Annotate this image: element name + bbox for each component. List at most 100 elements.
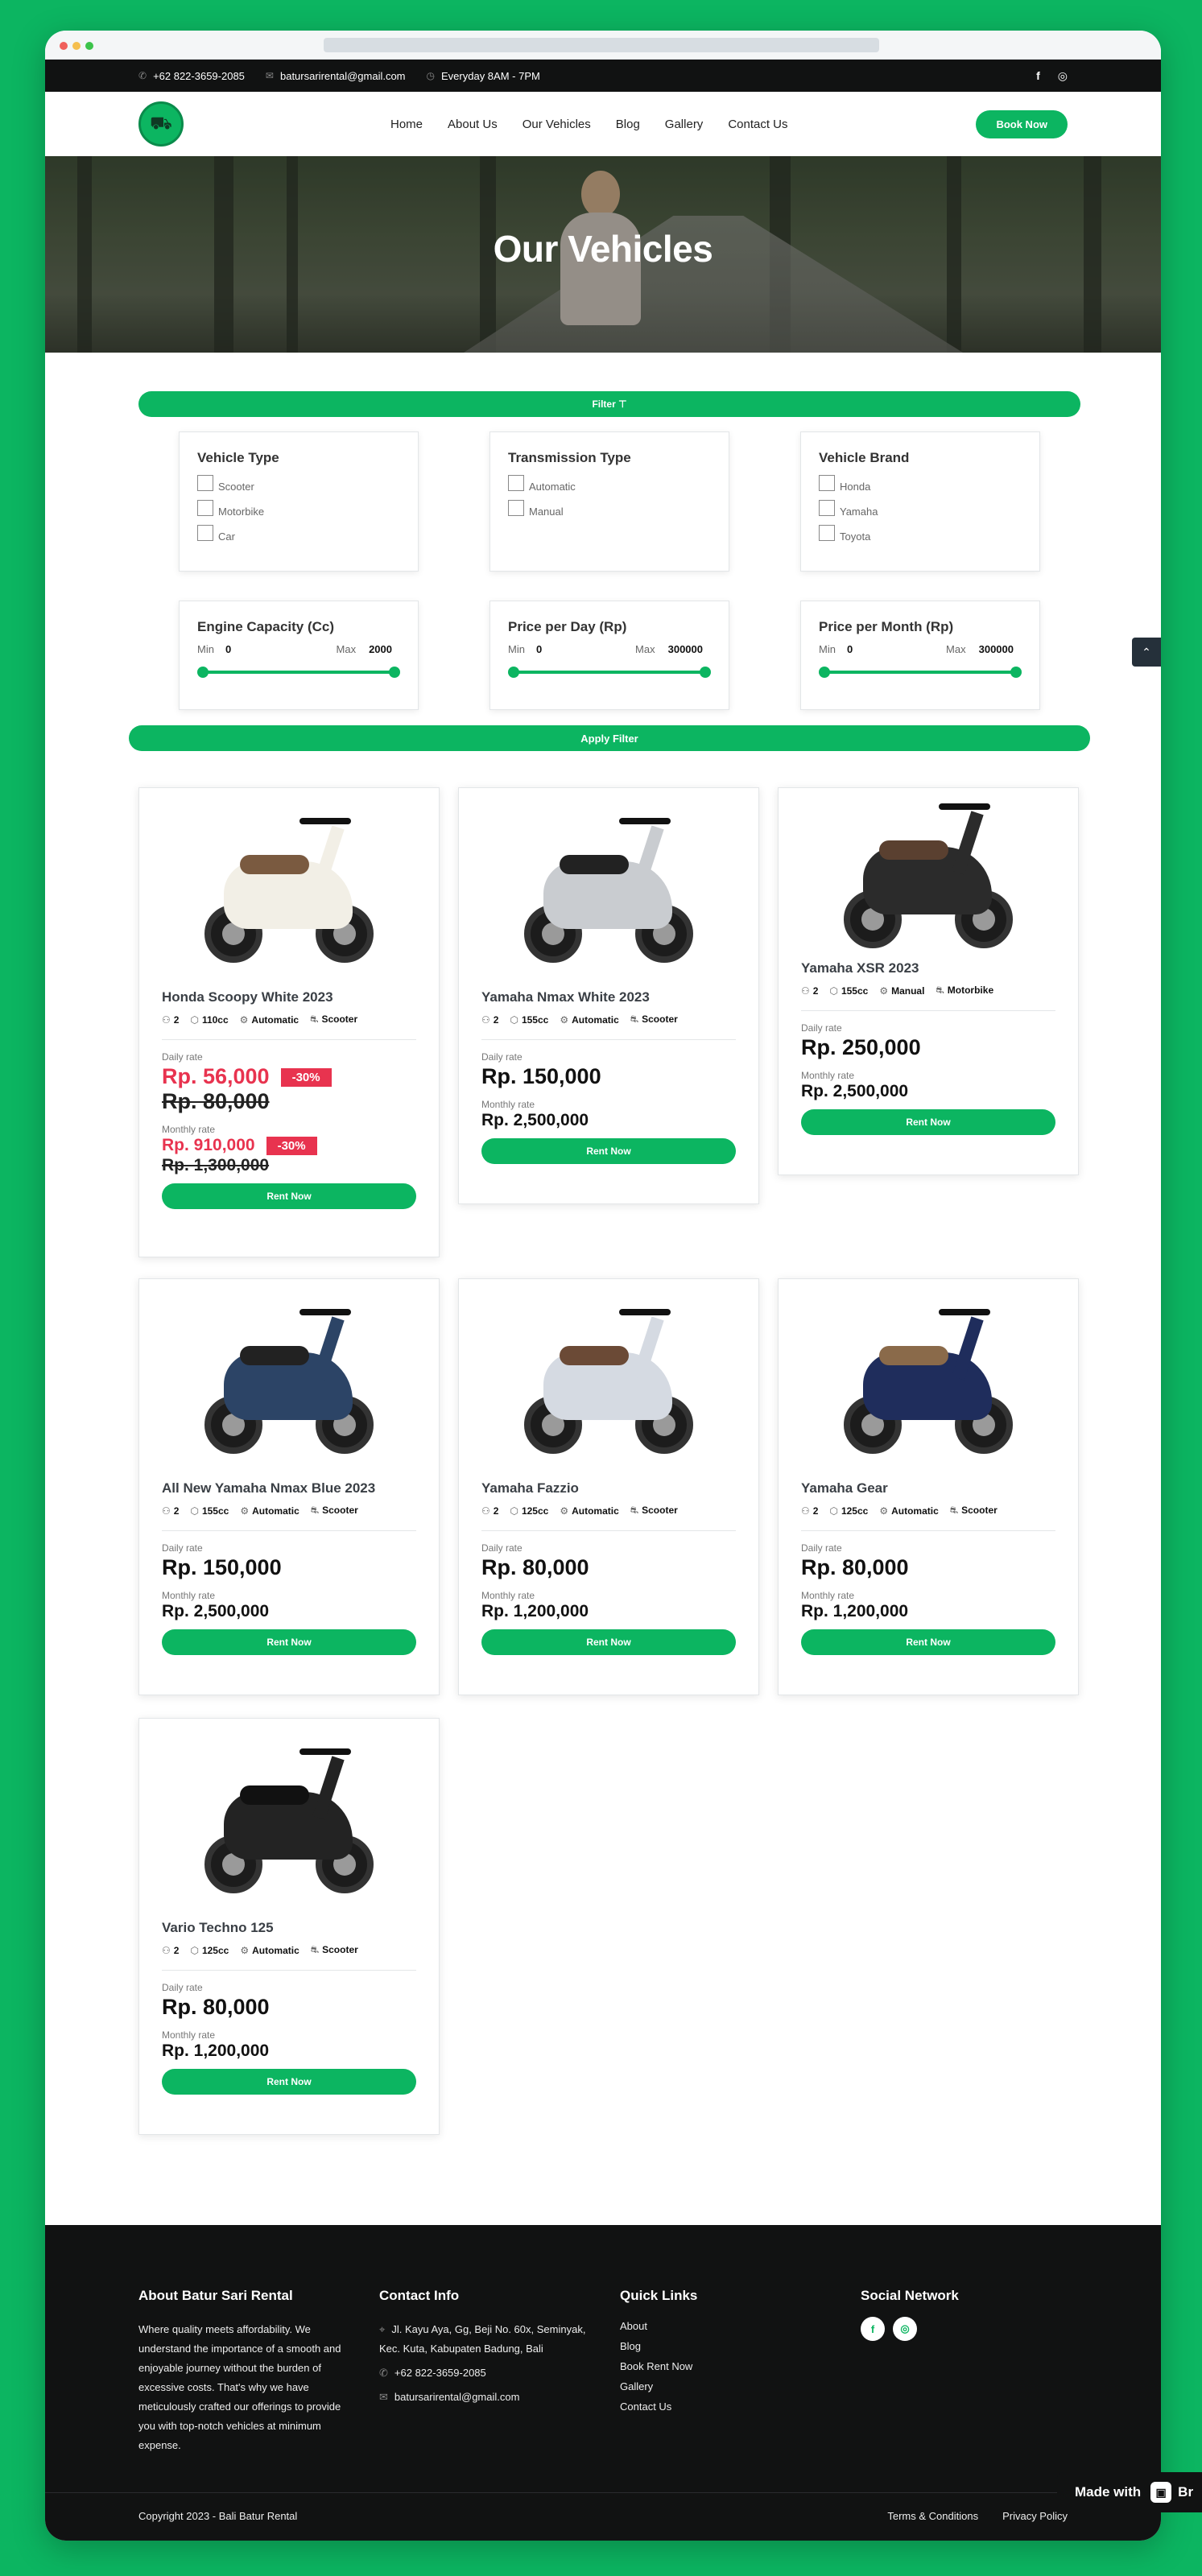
- facebook-icon[interactable]: f: [1036, 69, 1040, 83]
- slider-min-handle[interactable]: [508, 667, 519, 678]
- close-window-dot[interactable]: [60, 42, 68, 50]
- filter-option-car[interactable]: Car: [197, 524, 400, 549]
- footer-divider: [45, 2492, 1161, 2493]
- filter-option-motorbike[interactable]: Motorbike: [197, 499, 400, 524]
- nav-item-gallery[interactable]: Gallery: [665, 118, 704, 131]
- footer-link-about[interactable]: About: [620, 2320, 837, 2332]
- type-spec: ⛐ Scooter: [630, 1505, 678, 1517]
- checkbox[interactable]: [197, 499, 213, 516]
- checkbox[interactable]: [508, 499, 524, 516]
- scroll-to-top-button[interactable]: ⌃: [1132, 638, 1161, 667]
- rent-now-button[interactable]: Rent Now: [801, 1629, 1055, 1655]
- checkbox[interactable]: [197, 524, 213, 541]
- slider-track: [202, 671, 395, 674]
- vehicle-image: [481, 1279, 736, 1480]
- minimize-window-dot[interactable]: [72, 42, 81, 50]
- filter-title: Transmission Type: [508, 450, 631, 465]
- footer-link-gallery[interactable]: Gallery: [620, 2380, 837, 2392]
- privacy-link[interactable]: Privacy Policy: [1002, 2510, 1068, 2522]
- rent-now-button[interactable]: Rent Now: [162, 2069, 416, 2095]
- checkbox[interactable]: [197, 474, 213, 491]
- nav-item-our-vehicles[interactable]: Our Vehicles: [523, 118, 591, 131]
- checkbox[interactable]: [819, 524, 835, 541]
- rent-now-button[interactable]: Rent Now: [801, 1109, 1055, 1135]
- filter-option-honda[interactable]: Honda: [819, 474, 1022, 499]
- nav-item-about-us[interactable]: About Us: [448, 118, 498, 131]
- price-month-range-slider[interactable]: [819, 665, 1022, 679]
- instagram-icon[interactable]: ◎: [893, 2317, 917, 2341]
- filter-option-toyota[interactable]: Toyota: [819, 524, 1022, 549]
- terms-link[interactable]: Terms & Conditions: [887, 2510, 978, 2522]
- book-now-button[interactable]: Book Now: [976, 109, 1068, 138]
- min-value: 0: [535, 643, 543, 655]
- rent-now-button[interactable]: Rent Now: [481, 1138, 736, 1164]
- type-value: Scooter: [642, 1013, 678, 1025]
- daily-rate-label: Daily rate: [801, 1542, 842, 1554]
- footer-email[interactable]: ✉ batursarirental@gmail.com: [379, 2388, 597, 2407]
- daily-price: Rp. 80,000: [162, 1995, 270, 2019]
- social-icons: f ◎: [861, 2317, 1078, 2341]
- daily-rate-label: Daily rate: [162, 1542, 203, 1554]
- seats-spec: ⚇ 2: [162, 1505, 179, 1517]
- transmission-spec: ⚙ Automatic: [240, 1945, 299, 1956]
- site-logo[interactable]: ⛟: [138, 101, 184, 147]
- nav-menu: Home About Us Our Vehicles Blog Gallery …: [390, 118, 788, 131]
- gearbox-icon: ⚙: [240, 1505, 250, 1517]
- scooter-icon: ⛐: [310, 1505, 320, 1516]
- nav-item-blog[interactable]: Blog: [616, 118, 640, 131]
- gearbox-icon: ⚙: [560, 1505, 569, 1517]
- nav-item-contact-us[interactable]: Contact Us: [728, 118, 787, 131]
- gearbox-icon: ⚙: [879, 985, 889, 997]
- filter-option-yamaha[interactable]: Yamaha: [819, 499, 1022, 524]
- slider-max-handle[interactable]: [700, 667, 711, 678]
- rent-now-button[interactable]: Rent Now: [162, 1183, 416, 1209]
- filter-option-scooter[interactable]: Scooter: [197, 474, 400, 499]
- footer-phone[interactable]: ✆ +62 822-3659-2085: [379, 2363, 597, 2383]
- rent-now-button[interactable]: Rent Now: [162, 1629, 416, 1655]
- vehicle-card: Yamaha XSR 2023 ⚇ 2 ⬡ 155cc ⚙ Manual ⛐ Motor…: [778, 787, 1079, 1175]
- checkbox[interactable]: [508, 474, 524, 491]
- footer-link-contact-us[interactable]: Contact Us: [620, 2401, 837, 2413]
- maximize-window-dot[interactable]: [85, 42, 93, 50]
- filter-toggle[interactable]: Filter ⊤: [138, 391, 1080, 417]
- checkbox[interactable]: [819, 474, 835, 491]
- nav-item-home[interactable]: Home: [390, 118, 423, 131]
- transmission-value: Automatic: [572, 1014, 619, 1026]
- max-value: 2000: [369, 643, 392, 655]
- address-bar[interactable]: [324, 38, 879, 52]
- type-value: Scooter: [642, 1505, 678, 1516]
- engine-range-slider[interactable]: [197, 665, 400, 679]
- topbar-hours: ◷ Everyday 8AM - 7PM: [427, 70, 540, 82]
- rent-now-button[interactable]: Rent Now: [481, 1629, 736, 1655]
- engine-icon: ⬡: [190, 1014, 199, 1026]
- type-spec: ⛐ Motorbike: [936, 985, 993, 997]
- price-day-range-slider[interactable]: [508, 665, 711, 679]
- footer-link-blog[interactable]: Blog: [620, 2340, 837, 2352]
- topbar-email[interactable]: ✉ batursarirental@gmail.com: [266, 70, 406, 82]
- slider-track: [513, 671, 706, 674]
- transmission-spec: ⚙ Automatic: [240, 1014, 299, 1026]
- slider-max-handle[interactable]: [1010, 667, 1022, 678]
- transmission-spec: ⚙ Automatic: [879, 1505, 938, 1517]
- person-icon: ⚇: [162, 1945, 171, 1956]
- engine-spec: ⬡ 155cc: [190, 1505, 229, 1517]
- daily-price: Rp. 80,000: [481, 1555, 589, 1579]
- facebook-icon[interactable]: f: [861, 2317, 885, 2341]
- apply-filter-button[interactable]: Apply Filter: [129, 725, 1090, 751]
- slider-min-handle[interactable]: [197, 667, 209, 678]
- filter-option-manual[interactable]: Manual: [508, 499, 711, 524]
- type-value: Scooter: [322, 1505, 358, 1516]
- engine-icon: ⬡: [829, 1505, 838, 1517]
- slider-min-handle[interactable]: [819, 667, 830, 678]
- made-with-badge[interactable]: Made with ▣ Br: [1057, 2472, 1202, 2512]
- vehicle-name: Yamaha Nmax White 2023: [481, 989, 650, 1005]
- topbar-phone[interactable]: ✆ +62 822-3659-2085: [138, 70, 245, 82]
- made-with-label: Made with: [1075, 2484, 1142, 2500]
- footer-link-book-rent-now[interactable]: Book Rent Now: [620, 2360, 837, 2372]
- range-values: Min 0 Max 300000: [508, 643, 711, 655]
- checkbox[interactable]: [819, 499, 835, 516]
- instagram-icon[interactable]: ◎: [1058, 69, 1068, 83]
- filter-option-automatic[interactable]: Automatic: [508, 474, 711, 499]
- slider-max-handle[interactable]: [389, 667, 400, 678]
- footer-links-title: Quick Links: [620, 2288, 698, 2303]
